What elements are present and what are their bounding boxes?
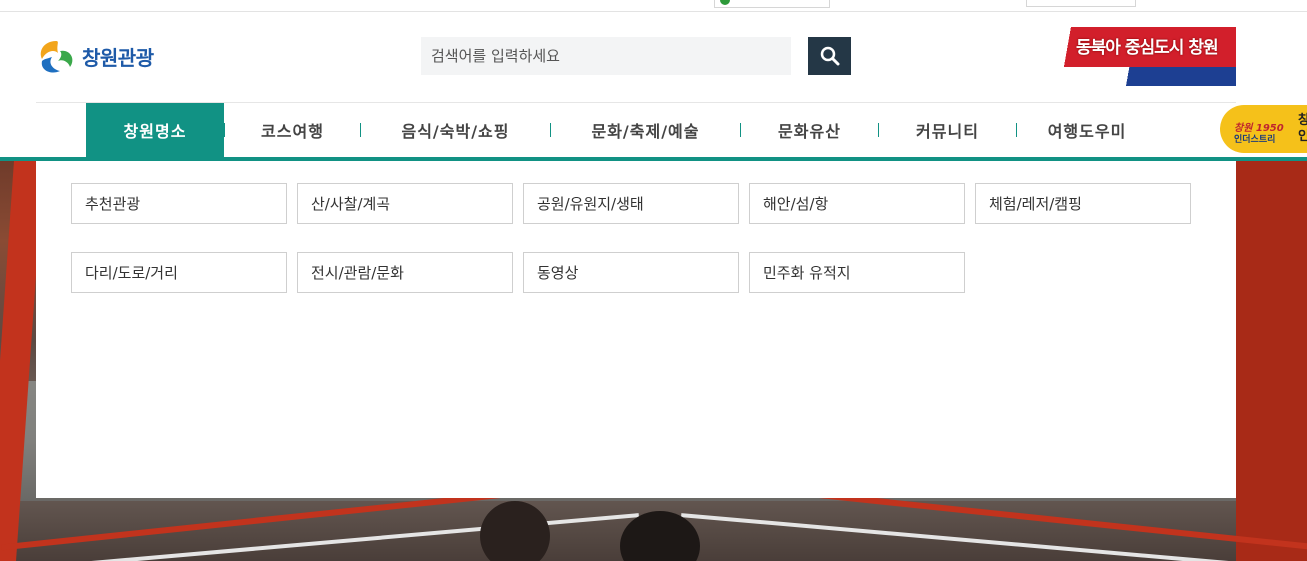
page: 창원관광 동북아 중심도시 창원 창원명소 코스여행 음식/숙박/쇼핑 문화/축… bbox=[0, 0, 1307, 561]
submenu-item-democracy-sites[interactable]: 민주화 유적지 bbox=[749, 252, 965, 293]
utility-bar bbox=[0, 0, 1307, 12]
globe-icon bbox=[720, 0, 730, 5]
industry-1950-badge[interactable]: 창원 1950 인더스트리 창 인 bbox=[1220, 105, 1307, 153]
logo-mark-icon bbox=[36, 37, 76, 75]
submenu-item-experience-leisure-camping[interactable]: 체험/레저/캠핑 bbox=[975, 183, 1191, 224]
site-selector[interactable] bbox=[1026, 0, 1136, 7]
city-banner[interactable]: 동북아 중심도시 창원 bbox=[1056, 27, 1236, 86]
nav-item-attractions[interactable]: 창원명소 bbox=[86, 103, 224, 157]
submenu-item-mountain-temple-valley[interactable]: 산/사찰/계곡 bbox=[297, 183, 513, 224]
nav-item-courses[interactable]: 코스여행 bbox=[225, 103, 360, 157]
nav-item-community[interactable]: 커뮤니티 bbox=[879, 103, 1016, 157]
site-logo[interactable]: 창원관광 bbox=[36, 37, 154, 75]
nav-item-culture-festival-art[interactable]: 문화/축제/예술 bbox=[551, 103, 740, 157]
badge-side-text: 창 인 bbox=[1298, 113, 1307, 144]
search-input[interactable] bbox=[421, 37, 791, 75]
logo-text: 창원관광 bbox=[82, 45, 154, 70]
nav-item-heritage[interactable]: 문화유산 bbox=[741, 103, 878, 157]
submenu-item-bridge-road-street[interactable]: 다리/도로/거리 bbox=[71, 252, 287, 293]
submenu-item-coast-island-port[interactable]: 해안/섬/항 bbox=[749, 183, 965, 224]
main-nav: 창원명소 코스여행 음식/숙박/쇼핑 문화/축제/예술 문화유산 커뮤니티 여행… bbox=[86, 103, 1157, 157]
badge-subtitle: 인더스트리 bbox=[1234, 135, 1276, 145]
submenu-item-park-ecology[interactable]: 공원/유원지/생태 bbox=[523, 183, 739, 224]
submenu-item-exhibition-culture[interactable]: 전시/관람/문화 bbox=[297, 252, 513, 293]
banner-text: 동북아 중심도시 창원 bbox=[1076, 38, 1219, 58]
nav-item-travel-help[interactable]: 여행도우미 bbox=[1017, 103, 1157, 157]
search-button[interactable] bbox=[808, 37, 851, 75]
submenu-item-recommended[interactable]: 추천관광 bbox=[71, 183, 287, 224]
submenu-item-video[interactable]: 동영상 bbox=[523, 252, 739, 293]
nav-item-food-lodging-shopping[interactable]: 음식/숙박/쇼핑 bbox=[361, 103, 550, 157]
submenu-panel: 추천관광 산/사찰/계곡 공원/유원지/생태 해안/섬/항 체험/레저/캠핑 다… bbox=[36, 161, 1236, 498]
language-selector[interactable] bbox=[714, 0, 830, 8]
search-icon bbox=[820, 46, 839, 66]
